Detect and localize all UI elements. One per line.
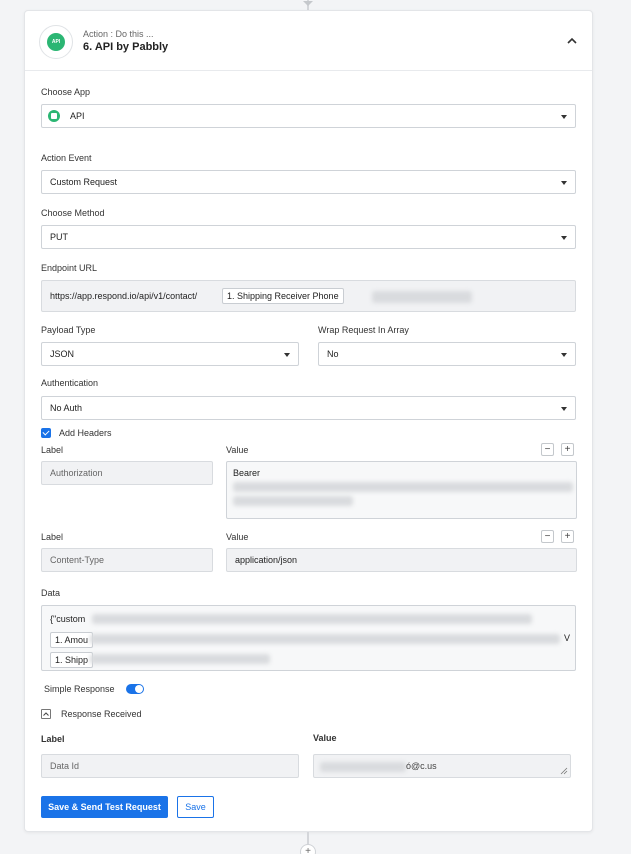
- response-value-cell[interactable]: ó@c.us: [313, 754, 571, 778]
- redacted-content: [90, 654, 270, 664]
- add-header-button[interactable]: +: [561, 530, 574, 543]
- payload-type-select[interactable]: JSON: [41, 342, 299, 366]
- api-logo-icon: API: [39, 25, 73, 59]
- data-trailing-text: V: [564, 633, 571, 643]
- response-label-header: Label: [41, 734, 65, 744]
- data-body-textarea[interactable]: {"custom 1. Amou V 1. Shipp: [41, 605, 576, 671]
- step-title: 6. API by Pabbly: [83, 41, 169, 53]
- chevron-down-icon: [284, 353, 290, 357]
- chevron-down-icon: [561, 115, 567, 119]
- step-header[interactable]: API Action : Do this ... 6. API by Pabbl…: [25, 11, 592, 71]
- header-name-input[interactable]: Authorization: [41, 461, 213, 485]
- header-name-input[interactable]: Content-Type: [41, 548, 213, 572]
- choose-method-label: Choose Method: [41, 208, 105, 218]
- endpoint-token-pill[interactable]: 1. Shipping Receiver Phone: [222, 288, 344, 304]
- remove-header-button[interactable]: −: [541, 530, 554, 543]
- chevron-down-icon: [561, 181, 567, 185]
- endpoint-url-label: Endpoint URL: [41, 263, 98, 273]
- endpoint-base-url: https://app.respond.io/api/v1/contact/: [50, 291, 198, 301]
- header-label-caption: Label: [41, 532, 64, 542]
- remove-header-button[interactable]: −: [541, 443, 554, 456]
- chevron-down-icon: [561, 236, 567, 240]
- authentication-select[interactable]: No Auth: [41, 396, 576, 420]
- redacted-content: [320, 762, 406, 772]
- endpoint-url-field[interactable]: https://app.respond.io/api/v1/contact/ 1…: [41, 280, 576, 312]
- response-received-toggle[interactable]: [41, 709, 51, 719]
- add-header-button[interactable]: +: [561, 443, 574, 456]
- add-headers-checkbox[interactable]: [41, 428, 51, 438]
- header-value-caption: Value: [226, 532, 249, 542]
- header-value-caption: Value: [226, 445, 249, 455]
- redacted-content: [372, 291, 472, 303]
- response-value-header: Value: [313, 733, 337, 743]
- add-step-button[interactable]: +: [300, 844, 316, 854]
- wrap-request-label: Wrap Request In Array: [318, 325, 409, 335]
- chevron-up-icon: [43, 712, 49, 716]
- header-value-input[interactable]: application/json: [226, 548, 577, 572]
- save-send-test-button[interactable]: Save & Send Test Request: [41, 796, 168, 818]
- chevron-down-icon: [561, 407, 567, 411]
- api-app-icon: [48, 110, 60, 122]
- flow-arrow-icon: [303, 1, 313, 6]
- data-line: {"custom: [50, 614, 86, 624]
- save-button[interactable]: Save: [177, 796, 214, 818]
- simple-response-toggle[interactable]: [126, 684, 144, 694]
- redacted-content: [90, 634, 560, 644]
- chevron-down-icon: [561, 353, 567, 357]
- data-token-pill[interactable]: 1. Shipp: [50, 652, 94, 668]
- wrap-request-select[interactable]: No: [318, 342, 576, 366]
- authentication-label: Authentication: [41, 378, 99, 388]
- chevron-up-icon[interactable]: [566, 35, 578, 47]
- redacted-content: [233, 496, 353, 506]
- action-event-label: Action Event: [41, 153, 92, 163]
- redacted-content: [233, 482, 573, 492]
- data-label: Data: [41, 588, 61, 598]
- payload-type-label: Payload Type: [41, 325, 96, 335]
- resize-handle-icon[interactable]: [560, 767, 568, 775]
- add-headers-label: Add Headers: [59, 428, 112, 438]
- redacted-content: [92, 614, 532, 624]
- response-received-label: Response Received: [61, 709, 142, 719]
- choose-app-select[interactable]: API: [41, 104, 576, 128]
- response-label-cell: Data Id: [41, 754, 299, 778]
- choose-method-select[interactable]: PUT: [41, 225, 576, 249]
- choose-app-label: Choose App: [41, 87, 91, 97]
- header-label-caption: Label: [41, 445, 64, 455]
- simple-response-label: Simple Response: [44, 684, 115, 694]
- data-token-pill[interactable]: 1. Amou: [50, 632, 94, 648]
- action-step-card: API Action : Do this ... 6. API by Pabbl…: [24, 10, 593, 832]
- step-subtitle: Action : Do this ...: [83, 29, 154, 39]
- header-value-textarea[interactable]: Bearer: [226, 461, 577, 519]
- action-event-select[interactable]: Custom Request: [41, 170, 576, 194]
